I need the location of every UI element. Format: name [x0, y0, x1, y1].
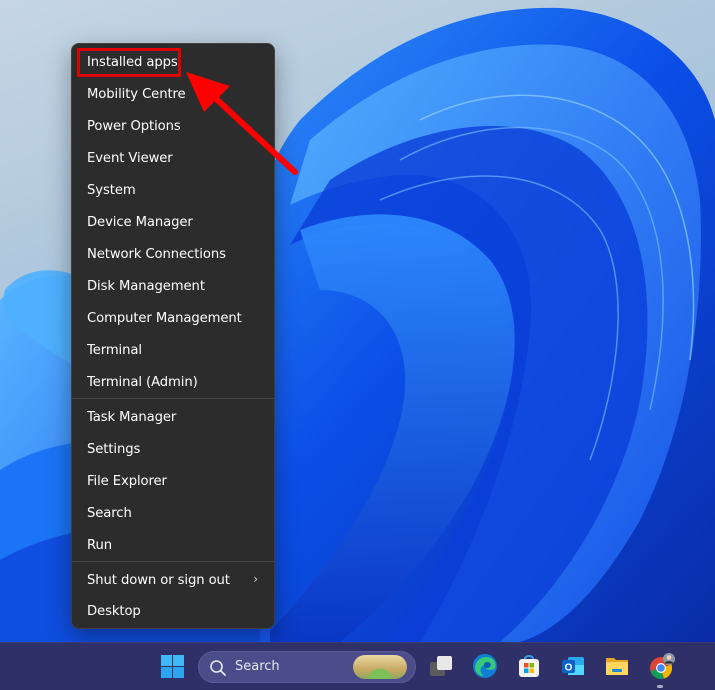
menu-item-shut-down-or-sign-out[interactable]: Shut down or sign out › — [76, 565, 270, 595]
menu-item-device-manager[interactable]: Device Manager — [76, 207, 270, 237]
menu-item-label: Settings — [87, 441, 141, 457]
search-highlight-image — [353, 655, 407, 679]
menu-item-network-connections[interactable]: Network Connections — [76, 239, 270, 269]
menu-item-system[interactable]: System — [76, 175, 270, 205]
menu-item-task-manager[interactable]: Task Manager — [76, 402, 270, 432]
menu-item-label: Terminal (Admin) — [87, 374, 198, 390]
menu-item-label: Event Viewer — [87, 150, 173, 166]
menu-separator — [72, 561, 274, 562]
menu-item-search[interactable]: Search — [76, 498, 270, 528]
menu-item-label: Search — [87, 505, 132, 521]
search-placeholder: Search — [235, 659, 280, 674]
search-icon — [209, 659, 227, 681]
edge-icon[interactable] — [472, 653, 498, 679]
annotation-highlight-box — [77, 48, 181, 77]
menu-item-label: File Explorer — [87, 473, 167, 489]
task-view-icon[interactable] — [428, 653, 454, 679]
taskbar-search-box[interactable]: Search — [198, 651, 416, 683]
menu-item-label: Shut down or sign out — [87, 572, 230, 588]
menu-item-settings[interactable]: Settings — [76, 434, 270, 464]
menu-item-terminal-admin[interactable]: Terminal (Admin) — [76, 367, 270, 397]
menu-item-mobility-centre[interactable]: Mobility Centre — [76, 79, 270, 109]
menu-item-run[interactable]: Run — [76, 530, 270, 560]
menu-item-label: Device Manager — [87, 214, 193, 230]
store-icon[interactable] — [516, 653, 542, 679]
menu-item-label: Task Manager — [87, 409, 177, 425]
menu-item-disk-management[interactable]: Disk Management — [76, 271, 270, 301]
menu-item-file-explorer[interactable]: File Explorer — [76, 466, 270, 496]
chevron-right-icon: › — [253, 572, 258, 586]
menu-item-desktop[interactable]: Desktop — [76, 596, 270, 626]
menu-item-label: Desktop — [87, 603, 141, 619]
menu-item-label: System — [87, 182, 136, 198]
menu-item-label: Mobility Centre — [87, 86, 186, 102]
menu-item-computer-management[interactable]: Computer Management — [76, 303, 270, 333]
menu-item-label: Run — [87, 537, 112, 553]
running-indicator — [657, 685, 663, 688]
taskbar: Search O — [0, 642, 715, 690]
menu-item-power-options[interactable]: Power Options — [76, 111, 270, 141]
menu-separator — [72, 398, 274, 399]
menu-item-label: Disk Management — [87, 278, 205, 294]
file-explorer-icon[interactable] — [604, 653, 630, 679]
outlook-icon[interactable]: O — [560, 653, 586, 679]
winx-context-menu: Installed apps Mobility Centre Power Opt… — [71, 43, 275, 629]
menu-item-label: Computer Management — [87, 310, 242, 326]
menu-item-label: Network Connections — [87, 246, 226, 262]
chrome-icon[interactable] — [648, 653, 675, 679]
menu-item-label: Terminal — [87, 342, 142, 358]
windows-logo-icon[interactable] — [160, 654, 185, 679]
svg-text:O: O — [565, 663, 573, 674]
menu-item-label: Power Options — [87, 118, 181, 134]
menu-item-terminal[interactable]: Terminal — [76, 335, 270, 365]
menu-item-event-viewer[interactable]: Event Viewer — [76, 143, 270, 173]
